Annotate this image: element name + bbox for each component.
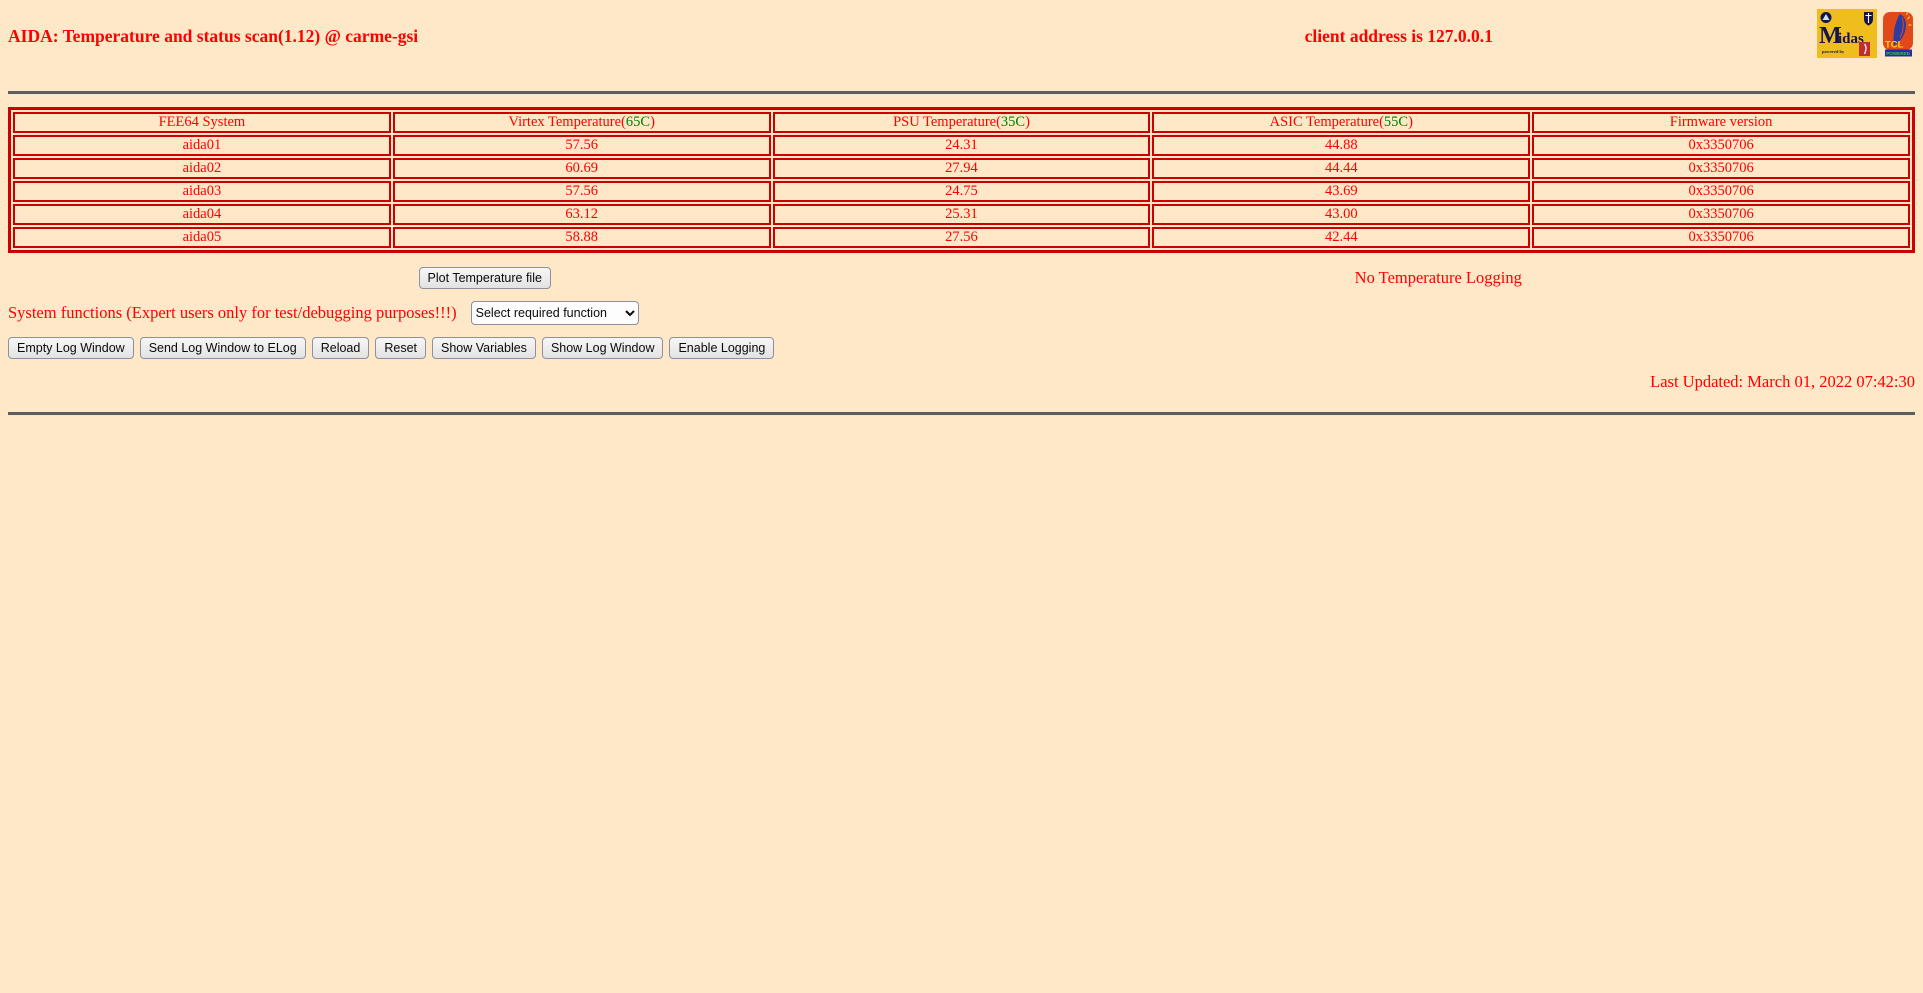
- function-select[interactable]: Select required function: [470, 301, 639, 325]
- firmware-cell: 0x3350706: [1532, 227, 1910, 248]
- actions-row: Plot Temperature file No Temperature Log…: [8, 267, 1915, 289]
- column-header: Virtex Temperature(65C): [392, 112, 771, 133]
- table-row: aida05 58.88 27.56 42.44 0x3350706: [13, 227, 1910, 248]
- firmware-cell: 0x3350706: [1532, 135, 1910, 156]
- aida-status-page: AIDA: Temperature and status scan(1.12) …: [0, 0, 1923, 985]
- last-updated-row: Last Updated: March 01, 2022 07:42:30: [8, 372, 1915, 392]
- psu-temp-cell: 24.75: [772, 181, 1151, 202]
- system-functions-row: System functions (Expert users only for …: [8, 301, 1915, 325]
- system-functions-label: System functions (Expert users only for …: [8, 303, 457, 322]
- midas-badge-icon: [1859, 42, 1870, 56]
- table-row: aida02 60.69 27.94 44.44 0x3350706: [13, 158, 1910, 179]
- tcl-logo[interactable]: TCL POWERED: [1882, 9, 1915, 58]
- logging-status: No Temperature Logging: [1354, 268, 1522, 287]
- virtex-temp-cell: 57.56: [392, 181, 771, 202]
- firmware-cell: 0x3350706: [1532, 181, 1910, 202]
- show-log-window-button[interactable]: Show Log Window: [541, 337, 664, 359]
- virtex-temp-cell: 58.88: [392, 227, 771, 248]
- column-header: FEE64 System: [13, 112, 391, 133]
- tcl-logo-label: TCL: [1885, 40, 1904, 51]
- plot-temperature-file-button[interactable]: Plot Temperature file: [418, 267, 551, 289]
- log-buttons-row: Empty Log Window Send Log Window to ELog R…: [8, 337, 1915, 359]
- system-name-cell: aida04: [13, 204, 391, 225]
- asic-temp-cell: 43.00: [1152, 204, 1531, 225]
- reload-button[interactable]: Reload: [311, 337, 370, 359]
- system-name-cell: aida02: [13, 158, 391, 179]
- page-header: AIDA: Temperature and status scan(1.12) …: [8, 8, 1915, 58]
- asic-temp-cell: 42.44: [1152, 227, 1531, 248]
- virtex-temp-cell: 63.12: [392, 204, 771, 225]
- asic-temp-cell: 44.44: [1152, 158, 1531, 179]
- table-row: aida01 57.56 24.31 44.88 0x3350706: [13, 135, 1910, 156]
- column-header: PSU Temperature(35C): [772, 112, 1151, 133]
- bottom-divider: [8, 412, 1915, 416]
- psu-temp-cell: 25.31: [772, 204, 1151, 225]
- temperature-table: FEE64 System Virtex Temperature(65C) PSU T…: [8, 107, 1915, 253]
- system-name-cell: aida03: [13, 181, 391, 202]
- top-divider: [8, 91, 1915, 95]
- enable-logging-button[interactable]: Enable Logging: [669, 337, 775, 359]
- last-updated: Last Updated: March 01, 2022 07:42:30: [1650, 372, 1915, 391]
- empty-log-window-button[interactable]: Empty Log Window: [8, 337, 134, 359]
- system-name-cell: aida01: [13, 135, 391, 156]
- midas-logo[interactable]: M idas powered by: [1817, 9, 1877, 58]
- reset-button[interactable]: Reset: [375, 337, 426, 359]
- firmware-cell: 0x3350706: [1532, 158, 1910, 179]
- table-row: aida04 63.12 25.31 43.00 0x3350706: [13, 204, 1910, 225]
- table-header-row: FEE64 System Virtex Temperature(65C) PSU T…: [13, 112, 1910, 133]
- midas-emblem-icon: [1820, 12, 1832, 23]
- logo-group: M idas powered by TCL POWERED: [1817, 9, 1915, 58]
- midas-powered-by-label: powered by: [1822, 49, 1845, 54]
- table-row: aida03 57.56 24.75 43.69 0x3350706: [13, 181, 1910, 202]
- client-address: client address is 127.0.0.1: [1304, 26, 1493, 46]
- firmware-cell: 0x3350706: [1532, 204, 1910, 225]
- psu-temp-cell: 27.94: [772, 158, 1151, 179]
- send-log-window-to-elog-button[interactable]: Send Log Window to ELog: [139, 337, 306, 359]
- page-title: AIDA: Temperature and status scan(1.12) …: [8, 26, 419, 46]
- column-header: ASIC Temperature(55C): [1152, 112, 1531, 133]
- column-header: Firmware version: [1532, 112, 1910, 133]
- virtex-temp-cell: 57.56: [392, 135, 771, 156]
- asic-temp-cell: 43.69: [1152, 181, 1531, 202]
- asic-temp-cell: 44.88: [1152, 135, 1531, 156]
- show-variables-button[interactable]: Show Variables: [432, 337, 536, 359]
- tcl-powered-label: POWERED: [1886, 51, 1910, 56]
- plot-button-cell: Plot Temperature file: [8, 267, 962, 289]
- psu-temp-cell: 24.31: [772, 135, 1151, 156]
- virtex-temp-cell: 60.69: [392, 158, 771, 179]
- system-name-cell: aida05: [13, 227, 391, 248]
- psu-temp-cell: 27.56: [772, 227, 1151, 248]
